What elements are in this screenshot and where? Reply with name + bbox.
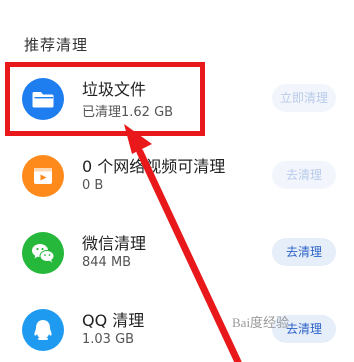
annotation-arrow — [124, 124, 242, 362]
watermark: Bai度经验 — [232, 315, 290, 330]
